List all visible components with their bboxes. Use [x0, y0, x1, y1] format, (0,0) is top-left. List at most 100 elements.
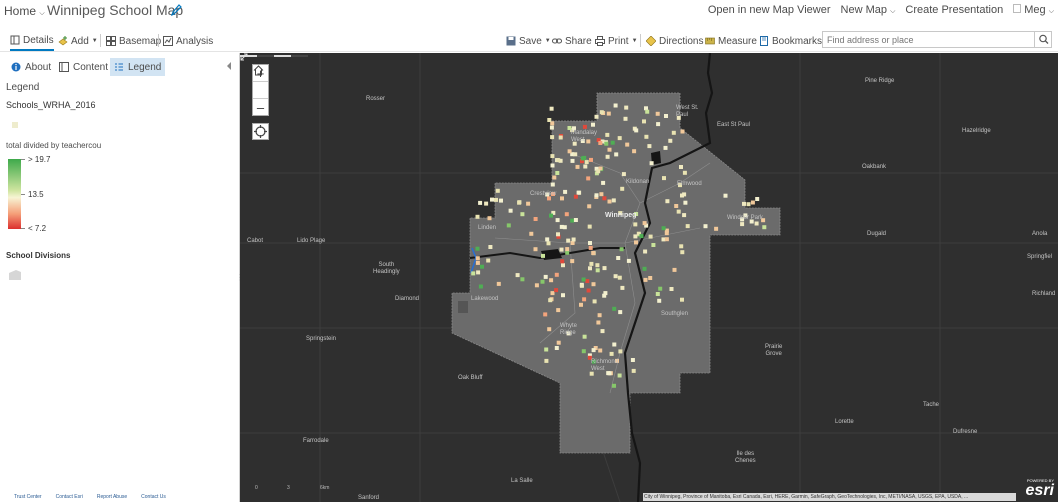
- school-point[interactable]: [564, 212, 569, 217]
- school-point[interactable]: [533, 217, 538, 221]
- school-point[interactable]: [589, 261, 594, 266]
- school-point[interactable]: [723, 193, 728, 198]
- school-point[interactable]: [612, 306, 617, 311]
- school-point[interactable]: [648, 276, 653, 280]
- school-point[interactable]: [554, 272, 559, 277]
- school-point[interactable]: [680, 250, 685, 255]
- new-map-menu[interactable]: New Map ⌵: [841, 4, 896, 16]
- school-point[interactable]: [598, 141, 603, 145]
- school-point[interactable]: [549, 278, 554, 283]
- school-point[interactable]: [495, 188, 500, 193]
- school-point[interactable]: [584, 160, 589, 165]
- school-point[interactable]: [549, 125, 554, 130]
- school-point[interactable]: [554, 346, 559, 350]
- school-point[interactable]: [651, 243, 656, 247]
- school-point[interactable]: [581, 349, 586, 354]
- school-point[interactable]: [742, 201, 746, 206]
- school-point[interactable]: [664, 231, 669, 236]
- school-point[interactable]: [588, 241, 592, 245]
- bookmarks-button[interactable]: Bookmarks: [759, 31, 822, 51]
- school-point[interactable]: [665, 199, 670, 204]
- school-point[interactable]: [679, 165, 683, 169]
- school-point[interactable]: [552, 175, 557, 180]
- school-point[interactable]: [642, 119, 646, 124]
- school-point[interactable]: [534, 283, 539, 288]
- school-point[interactable]: [626, 258, 631, 263]
- school-point[interactable]: [596, 320, 601, 325]
- school-point[interactable]: [546, 241, 551, 246]
- school-point[interactable]: [547, 327, 552, 332]
- school-point[interactable]: [618, 349, 623, 354]
- school-point[interactable]: [663, 145, 668, 150]
- school-point[interactable]: [554, 288, 559, 293]
- school-point[interactable]: [750, 200, 755, 205]
- school-point[interactable]: [587, 224, 592, 229]
- school-point[interactable]: [740, 222, 745, 227]
- school-point[interactable]: [544, 358, 549, 363]
- school-point[interactable]: [475, 246, 480, 251]
- school-point[interactable]: [662, 176, 666, 181]
- school-point[interactable]: [486, 258, 491, 263]
- school-point[interactable]: [607, 147, 612, 152]
- school-point[interactable]: [565, 247, 570, 252]
- user-menu[interactable]: Meg ⌵: [1013, 4, 1054, 16]
- school-point[interactable]: [543, 312, 548, 317]
- school-point[interactable]: [605, 132, 610, 137]
- school-point[interactable]: [645, 109, 650, 114]
- school-point[interactable]: [591, 282, 596, 287]
- school-point[interactable]: [616, 256, 621, 260]
- school-point[interactable]: [562, 225, 567, 230]
- school-point[interactable]: [549, 213, 553, 218]
- school-point[interactable]: [580, 156, 585, 161]
- school-point[interactable]: [556, 232, 560, 237]
- school-point[interactable]: [567, 149, 572, 154]
- school-point[interactable]: [570, 158, 575, 163]
- school-point[interactable]: [680, 129, 685, 134]
- school-point[interactable]: [592, 299, 597, 304]
- home-extent-button[interactable]: [253, 65, 268, 98]
- school-point[interactable]: [471, 271, 476, 276]
- school-point[interactable]: [620, 186, 625, 191]
- school-point[interactable]: [601, 180, 606, 185]
- school-point[interactable]: [588, 266, 592, 271]
- school-point[interactable]: [613, 103, 618, 108]
- tab-legend[interactable]: Legend: [110, 58, 166, 76]
- school-point[interactable]: [647, 144, 652, 149]
- contact-us-link[interactable]: Contact Us: [141, 494, 166, 500]
- school-point[interactable]: [657, 298, 662, 303]
- school-point[interactable]: [755, 197, 760, 201]
- school-point[interactable]: [597, 313, 602, 318]
- school-point[interactable]: [549, 106, 554, 111]
- school-point[interactable]: [533, 247, 538, 252]
- school-point[interactable]: [605, 154, 610, 159]
- school-point[interactable]: [499, 198, 503, 203]
- school-point[interactable]: [565, 250, 570, 255]
- school-point[interactable]: [664, 114, 668, 118]
- school-point[interactable]: [618, 310, 623, 315]
- school-point[interactable]: [570, 259, 575, 264]
- school-point[interactable]: [556, 308, 561, 313]
- school-point[interactable]: [573, 218, 578, 222]
- school-point[interactable]: [520, 212, 525, 217]
- school-point[interactable]: [484, 201, 489, 206]
- school-point[interactable]: [617, 275, 622, 280]
- school-point[interactable]: [598, 348, 603, 353]
- school-point[interactable]: [476, 270, 481, 275]
- school-point[interactable]: [515, 273, 520, 278]
- school-point[interactable]: [591, 122, 595, 127]
- school-point[interactable]: [604, 141, 609, 146]
- trust-center-link[interactable]: Trust Center: [14, 494, 42, 500]
- school-point[interactable]: [668, 138, 673, 143]
- school-point[interactable]: [550, 154, 555, 159]
- school-point[interactable]: [579, 283, 584, 288]
- measure-button[interactable]: Measure: [705, 31, 757, 51]
- school-point[interactable]: [581, 277, 586, 282]
- school-point[interactable]: [579, 302, 583, 307]
- school-point[interactable]: [624, 105, 629, 110]
- school-point[interactable]: [585, 279, 590, 284]
- school-point[interactable]: [488, 245, 493, 249]
- school-point[interactable]: [680, 297, 684, 302]
- school-point[interactable]: [714, 226, 719, 231]
- report-abuse-link[interactable]: Report Abuse: [97, 494, 127, 500]
- school-point[interactable]: [558, 135, 563, 140]
